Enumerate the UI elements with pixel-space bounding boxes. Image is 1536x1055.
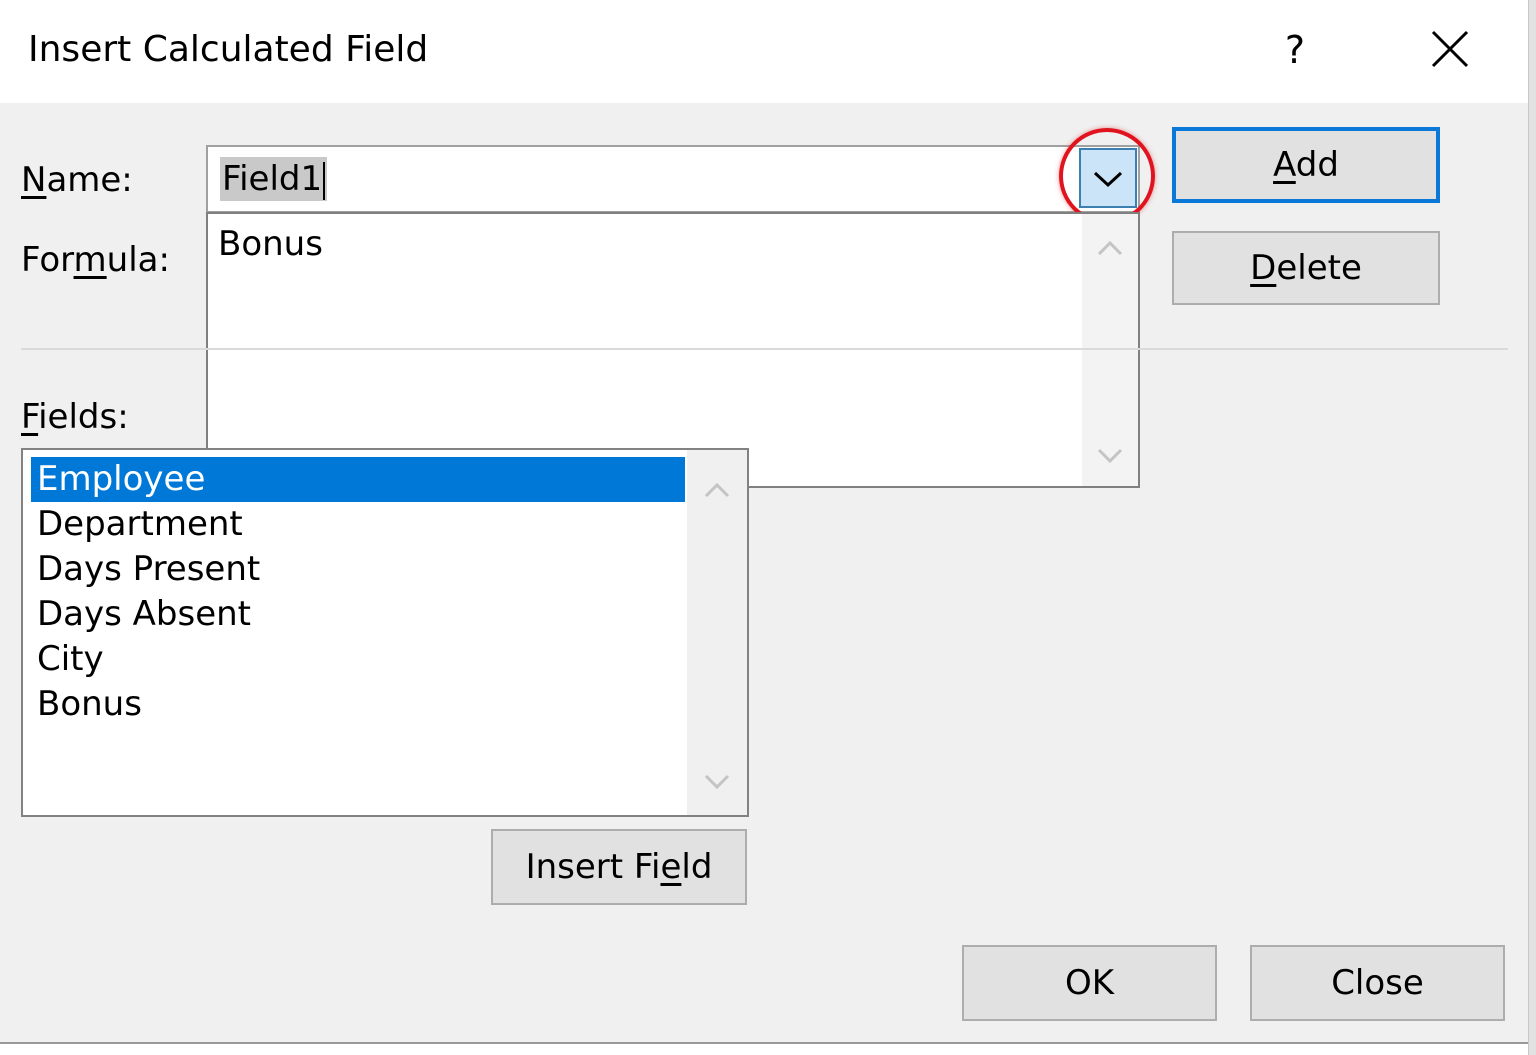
delete-button[interactable]: Delete bbox=[1172, 231, 1440, 305]
separator bbox=[21, 348, 1508, 350]
text-caret bbox=[323, 161, 326, 200]
list-item[interactable]: Days Absent bbox=[31, 592, 685, 637]
chevron-down-icon[interactable] bbox=[701, 768, 733, 796]
fields-label: Fields: bbox=[21, 397, 129, 437]
list-item[interactable]: Employee bbox=[31, 457, 685, 502]
insert-field-button[interactable]: Insert Field bbox=[491, 829, 747, 905]
help-button[interactable]: ? bbox=[1270, 20, 1320, 80]
list-item[interactable]: Days Present bbox=[31, 547, 685, 592]
fields-listbox[interactable]: Employee Department Days Present Days Ab… bbox=[21, 448, 749, 817]
highlight-circle-annotation bbox=[1059, 128, 1155, 224]
chevron-up-icon[interactable] bbox=[701, 476, 733, 504]
dropdown-scrollbar[interactable] bbox=[1082, 214, 1138, 486]
close-icon[interactable] bbox=[1420, 22, 1480, 78]
dropdown-item[interactable]: Bonus bbox=[218, 222, 323, 266]
title-bar: Insert Calculated Field ? bbox=[0, 0, 1528, 103]
name-label: Name: bbox=[21, 160, 133, 200]
add-button[interactable]: Add bbox=[1172, 127, 1440, 203]
list-item[interactable]: Department bbox=[31, 502, 685, 547]
list-item[interactable]: City bbox=[31, 637, 685, 682]
window-edge bbox=[1528, 0, 1536, 1055]
name-combobox[interactable]: Field1 bbox=[206, 145, 1140, 213]
background-sheet-edge bbox=[0, 1042, 1528, 1055]
name-dropdown-list: Bonus bbox=[206, 212, 1140, 488]
list-item[interactable]: Bonus bbox=[31, 682, 685, 727]
close-button[interactable]: Close bbox=[1250, 945, 1505, 1021]
chevron-up-icon[interactable] bbox=[1094, 234, 1126, 262]
fields-scrollbar[interactable] bbox=[687, 450, 747, 815]
ok-button[interactable]: OK bbox=[962, 945, 1217, 1021]
chevron-down-icon[interactable] bbox=[1094, 442, 1126, 470]
formula-label: Formula: bbox=[21, 240, 170, 280]
dialog-title: Insert Calculated Field bbox=[28, 29, 429, 70]
name-input[interactable]: Field1 bbox=[220, 157, 328, 201]
